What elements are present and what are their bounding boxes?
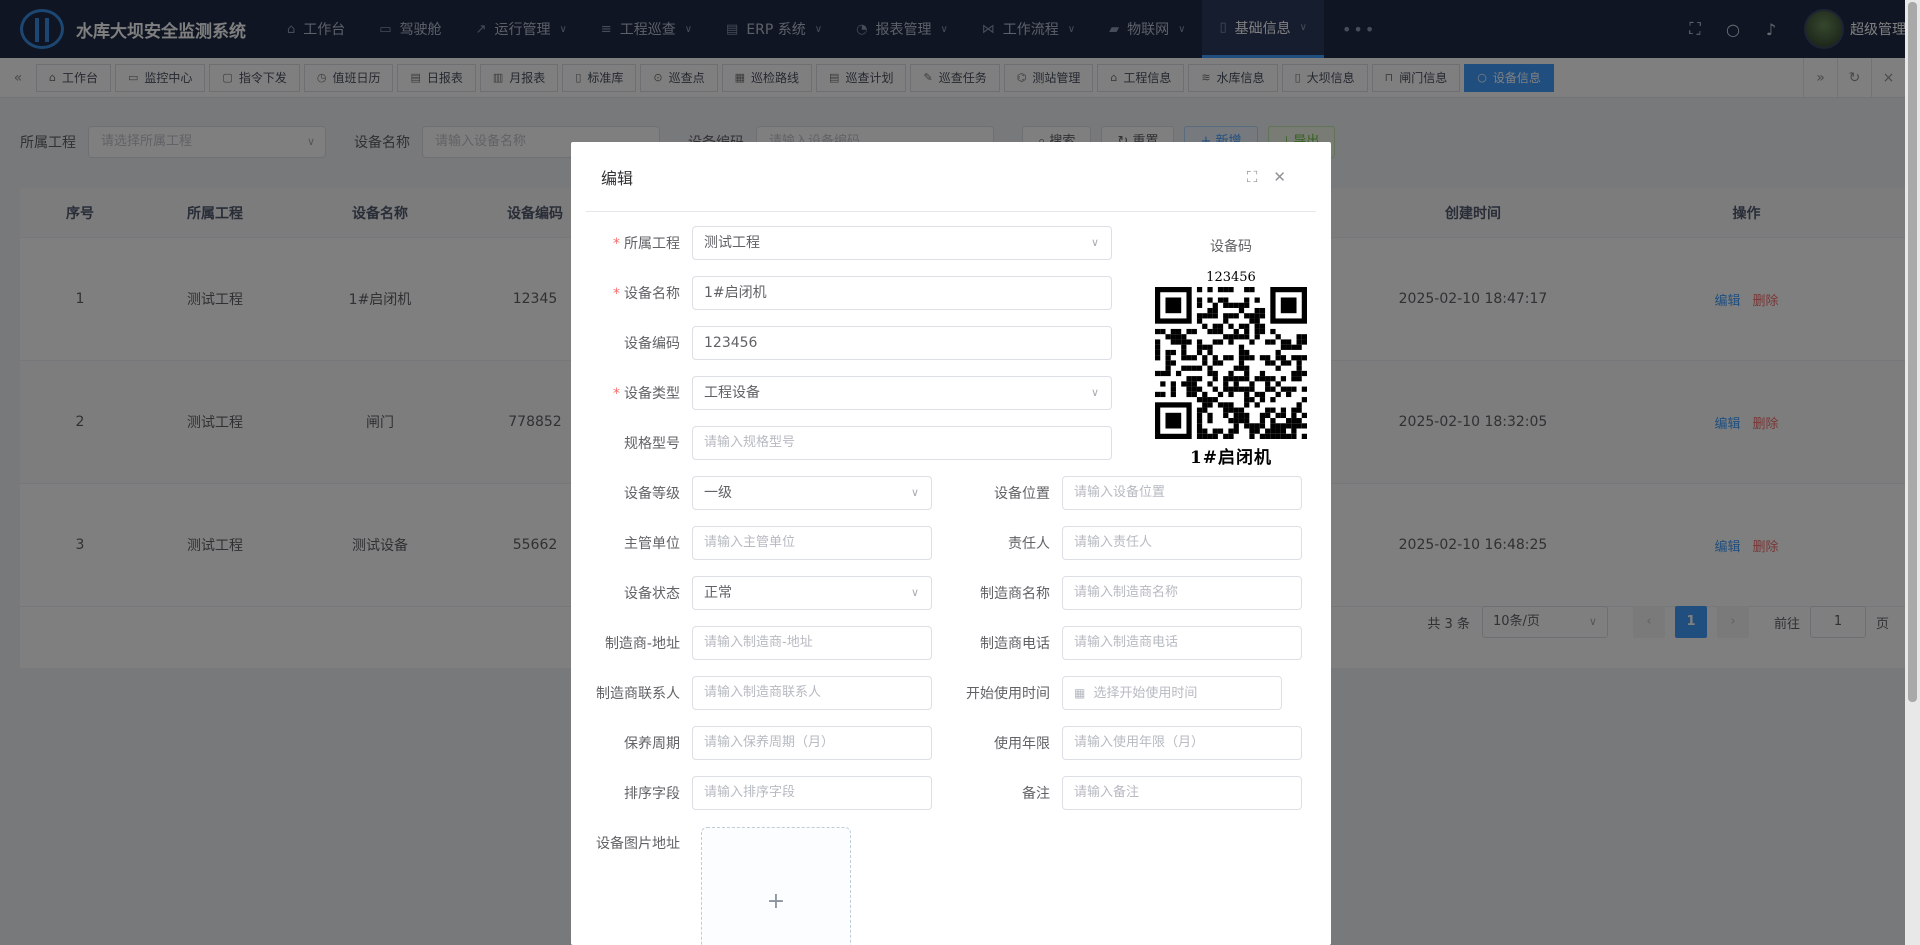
- maint-field[interactable]: 请输入保养周期（月）: [692, 726, 932, 760]
- close-icon[interactable]: ✕: [1273, 168, 1286, 186]
- chevron-down-icon: ∨: [1090, 236, 1099, 249]
- type-field[interactable]: 工程设备 ∨: [692, 376, 1112, 410]
- project-field[interactable]: 测试工程 ∨: [692, 226, 1112, 260]
- location-field[interactable]: 请输入设备位置: [1062, 476, 1302, 510]
- calendar-icon: ▦: [1074, 686, 1086, 700]
- sort-field-label: 排序字段: [624, 786, 680, 802]
- maker-contact-field[interactable]: 请输入制造商联系人: [692, 676, 932, 710]
- dialog-header: 编辑 ⛶ ✕: [586, 142, 1316, 212]
- qr-code-image: [1155, 287, 1307, 439]
- owner-field-label: 责任人: [1008, 536, 1050, 552]
- chevron-down-icon: ∨: [910, 486, 919, 499]
- spec-field-label: 规格型号: [624, 436, 680, 452]
- remark-field[interactable]: 请输入备注: [1062, 776, 1302, 810]
- maker-field[interactable]: 请输入制造商名称: [1062, 576, 1302, 610]
- plus-icon: +: [766, 889, 786, 914]
- maker-addr-field[interactable]: 请输入制造商-地址: [692, 626, 932, 660]
- dialog-title: 编辑: [601, 168, 634, 188]
- remark-field-label: 备注: [1022, 786, 1050, 802]
- image-field-label: 设备图片地址: [596, 836, 680, 852]
- dept-field[interactable]: 请输入主管单位: [692, 526, 932, 560]
- years-field-label: 使用年限: [994, 736, 1050, 752]
- edit-dialog: 编辑 ⛶ ✕ * 所属工程 测试工程 ∨ * 设备名称 1#启闭机 设备编码 1234…: [571, 142, 1331, 945]
- qr-title: 设备码: [1210, 239, 1252, 255]
- level-field-label: 设备等级: [624, 486, 680, 502]
- spec-field[interactable]: 请输入规格型号: [692, 426, 1112, 460]
- name-field-label: * 设备名称: [613, 286, 680, 302]
- page-scrollbar[interactable]: [1905, 0, 1920, 945]
- chevron-down-icon: ∨: [910, 586, 919, 599]
- maker-addr-field-label: 制造商-地址: [604, 636, 680, 652]
- name-field[interactable]: 1#启闭机: [692, 276, 1112, 310]
- code-field-label: 设备编码: [624, 336, 680, 352]
- status-field[interactable]: 正常 ∨: [692, 576, 932, 610]
- chevron-down-icon: ∨: [1090, 386, 1099, 399]
- qr-name-text: 1#启闭机: [1189, 448, 1273, 468]
- maker-field-label: 制造商名称: [980, 586, 1050, 602]
- start-time-picker[interactable]: ▦ 选择开始使用时间: [1062, 676, 1282, 710]
- sort-field[interactable]: 请输入排序字段: [692, 776, 932, 810]
- maximize-icon[interactable]: ⛶: [1247, 168, 1258, 186]
- status-field-label: 设备状态: [624, 586, 680, 602]
- years-field[interactable]: 请输入使用年限（月）: [1062, 726, 1302, 760]
- maker-tel-field[interactable]: 请输入制造商电话: [1062, 626, 1302, 660]
- project-field-label: * 所属工程: [613, 236, 680, 252]
- code-field[interactable]: 123456: [692, 326, 1112, 360]
- maint-field-label: 保养周期: [624, 736, 680, 752]
- maker-tel-field-label: 制造商电话: [980, 636, 1050, 652]
- maker-contact-field-label: 制造商联系人: [596, 686, 680, 702]
- owner-field[interactable]: 请输入责任人: [1062, 526, 1302, 560]
- type-field-label: * 设备类型: [613, 386, 680, 402]
- qr-code-text: 123456: [1206, 270, 1256, 285]
- image-upload[interactable]: +: [701, 827, 851, 945]
- start-time-field-label: 开始使用时间: [966, 686, 1050, 702]
- level-field[interactable]: 一级 ∨: [692, 476, 932, 510]
- dept-field-label: 主管单位: [624, 536, 680, 552]
- qr-panel: 设备码 123456 1#启闭机: [1151, 222, 1311, 468]
- location-field-label: 设备位置: [994, 486, 1050, 502]
